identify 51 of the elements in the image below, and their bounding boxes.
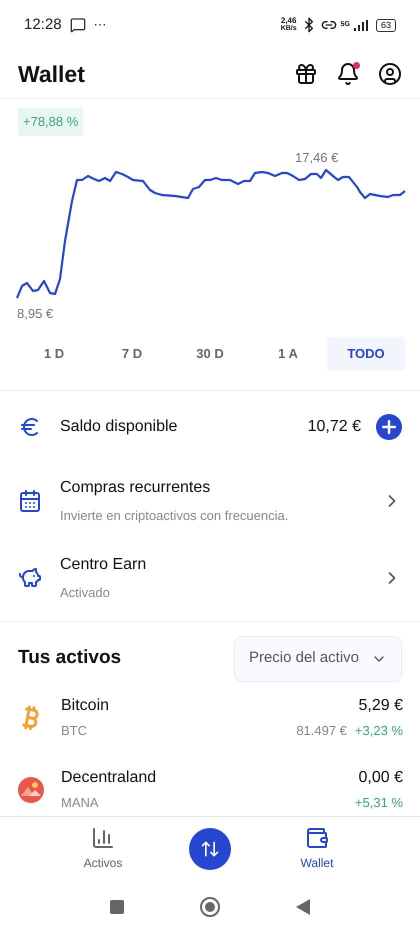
asset-price: 81.497 € xyxy=(296,722,347,740)
balance-amount: 10,72 € xyxy=(308,416,361,436)
profile-icon[interactable] xyxy=(378,62,402,86)
asset-row[interactable]: Bitcoin BTC 5,29 € 81.497 € +3,23 % xyxy=(0,682,420,754)
range-tab[interactable]: 1 A xyxy=(249,336,327,370)
range-tab[interactable]: 30 D xyxy=(171,336,249,370)
range-tab[interactable]: TODO xyxy=(327,336,405,370)
network-speed: 2,46 xyxy=(280,17,296,25)
more-indicator: ⋯ xyxy=(94,16,107,34)
menu-title: Centro Earn xyxy=(60,555,148,576)
message-icon xyxy=(70,17,86,33)
asset-row[interactable]: Decentraland MANA 0,00 € +5,31 % xyxy=(0,754,420,816)
menu-subtitle: Activado xyxy=(60,584,111,602)
wallet-icon xyxy=(305,826,329,850)
menu-item[interactable]: Centro Earn Activado xyxy=(0,540,420,616)
swap-button[interactable] xyxy=(189,828,231,870)
balance-label: Saldo disponible xyxy=(60,416,178,436)
nav-tab[interactable]: Activos xyxy=(63,826,143,872)
back-button[interactable] xyxy=(296,899,310,915)
calendar-icon xyxy=(18,489,42,513)
asset-change: +3,23 % xyxy=(354,722,403,740)
min-label: 8,95 € xyxy=(17,304,54,322)
asset-value: 0,00 € xyxy=(358,768,403,788)
piggy-bank-icon xyxy=(18,566,42,590)
gift-icon[interactable] xyxy=(294,62,318,86)
asset-symbol: MANA xyxy=(61,794,100,812)
add-funds-button[interactable] xyxy=(376,414,402,440)
menu-title: Compras recurrentes xyxy=(60,478,212,498)
swap-icon xyxy=(200,838,220,858)
nav-tab[interactable]: Wallet xyxy=(277,826,357,872)
menu-subtitle: Invierte en criptoactivos con frecuencia. xyxy=(60,507,290,526)
asset-name: Bitcoin xyxy=(61,696,110,716)
signal-icon xyxy=(354,20,368,30)
bar-chart-icon xyxy=(91,826,115,850)
asset-change: +5,31 % xyxy=(354,794,403,812)
status-time: 12:28 xyxy=(24,14,62,35)
battery-indicator: 63 xyxy=(376,18,396,32)
bell-icon[interactable] xyxy=(336,62,360,86)
page-title: Wallet xyxy=(18,60,85,89)
section-title: Tus activos xyxy=(18,646,122,670)
change-badge: +78,88 % xyxy=(18,108,84,136)
coin-icon xyxy=(17,776,45,804)
asset-name: Decentraland xyxy=(61,768,158,788)
menu-item[interactable]: Compras recurrentes Invierte en criptoactivos con frecuencia. xyxy=(0,462,420,540)
home-button[interactable] xyxy=(200,897,220,917)
asset-value: 5,29 € xyxy=(358,696,403,716)
sort-dropdown[interactable]: Precio del activo xyxy=(234,636,402,682)
asset-symbol: BTC xyxy=(61,722,88,740)
range-tab[interactable]: 7 D xyxy=(93,336,171,370)
range-tab[interactable]: 1 D xyxy=(15,336,93,370)
max-label: 17,46 € xyxy=(295,148,338,166)
